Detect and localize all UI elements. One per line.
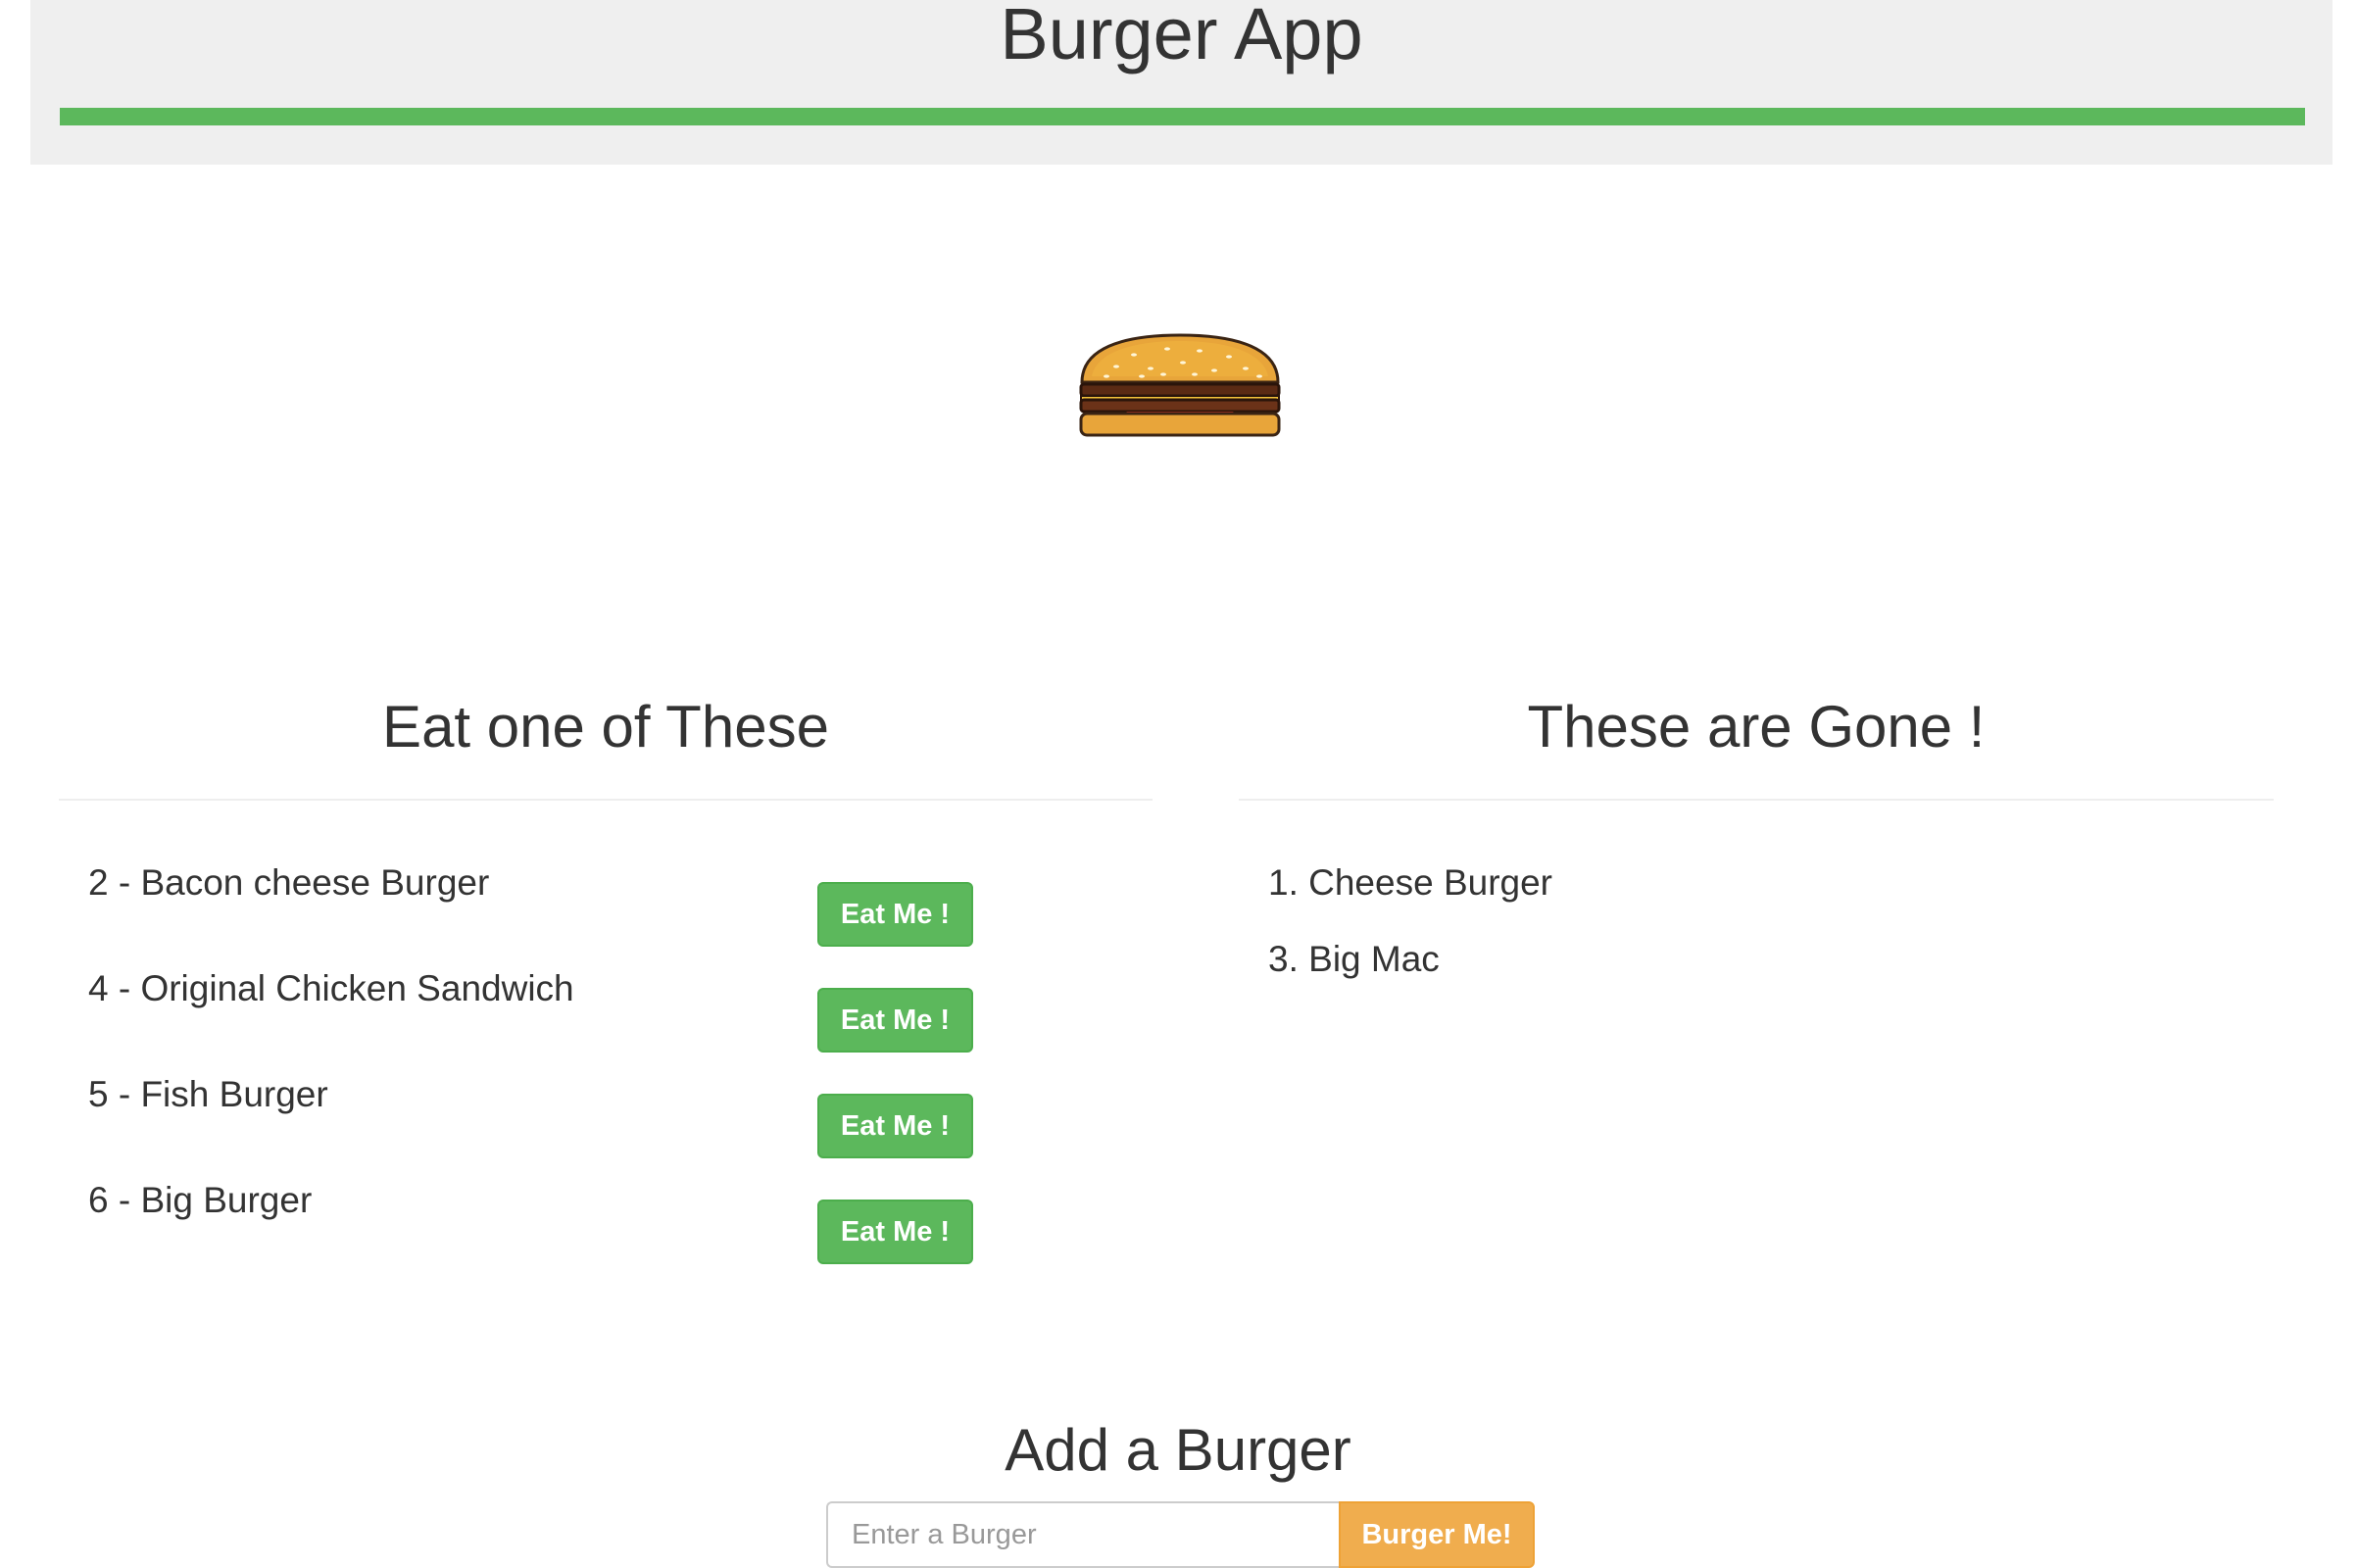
list-item: 3. Big Mac	[1268, 939, 1440, 979]
burger-name: 6 - Big Burger	[88, 1180, 313, 1220]
burger-icon	[1079, 333, 1281, 437]
uneaten-heading: Eat one of These	[382, 694, 829, 760]
uneaten-divider	[59, 799, 1153, 801]
header-progress-bar	[60, 108, 2305, 125]
burger-name: 4 - Original Chicken Sandwich	[88, 968, 574, 1008]
add-burger-heading: Add a Burger	[1005, 1417, 1351, 1483]
burger-me-button[interactable]: Burger Me!	[1339, 1501, 1535, 1568]
burger-name: 5 - Fish Burger	[88, 1074, 328, 1114]
burger-input[interactable]	[826, 1501, 1340, 1568]
eat-me-button[interactable]: Eat Me !	[817, 1094, 973, 1158]
list-item: 1. Cheese Burger	[1268, 862, 1553, 903]
burger-name: 2 - Bacon cheese Burger	[88, 862, 490, 903]
eat-me-button[interactable]: Eat Me !	[817, 988, 973, 1053]
devoured-heading: These are Gone !	[1527, 694, 1986, 760]
page-title: Burger App	[1000, 0, 1363, 74]
eat-me-button[interactable]: Eat Me !	[817, 882, 973, 947]
eat-me-button[interactable]: Eat Me !	[817, 1200, 973, 1264]
devoured-divider	[1239, 799, 2274, 801]
header-jumbotron: Burger App	[30, 0, 2332, 165]
